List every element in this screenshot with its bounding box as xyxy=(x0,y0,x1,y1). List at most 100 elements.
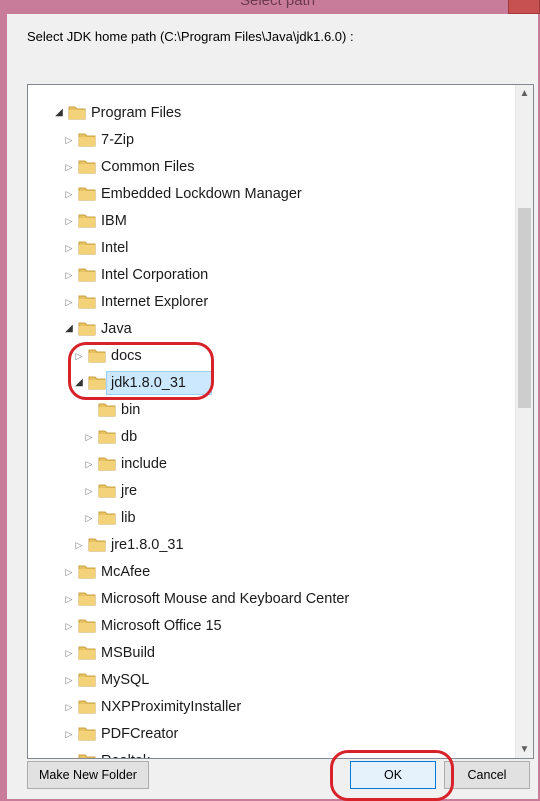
expand-arrow-icon[interactable]: ▷ xyxy=(63,646,75,660)
tree-item[interactable]: ▷ docs xyxy=(28,343,508,370)
expand-arrow-icon[interactable]: ▷ xyxy=(63,187,75,201)
tree-item-label: jdk1.8.0_31 xyxy=(111,375,186,391)
tree-item-label: Microsoft Office 15 xyxy=(101,618,222,634)
tree-item[interactable]: ▷ Intel xyxy=(28,235,508,262)
folder-icon xyxy=(78,589,96,607)
folder-icon xyxy=(78,562,96,580)
close-button[interactable] xyxy=(508,0,540,14)
tree-item[interactable]: ▷ 7-Zip xyxy=(28,127,508,154)
folder-icon xyxy=(78,238,96,256)
expand-arrow-icon[interactable]: ▷ xyxy=(63,565,75,579)
collapse-arrow-icon[interactable]: ◢ xyxy=(63,322,75,336)
tree-item[interactable]: ▷ lib xyxy=(28,505,508,532)
folder-icon xyxy=(78,184,96,202)
tree-item[interactable]: ▷ jre xyxy=(28,478,508,505)
tree-item[interactable]: ▷ Microsoft Office 15 xyxy=(28,613,508,640)
tree-item-label: NXPProximityInstaller xyxy=(101,699,242,715)
tree-item-label: MySQL xyxy=(101,672,150,688)
tree-item-label: include xyxy=(121,456,167,472)
folder-icon xyxy=(98,508,116,526)
expand-arrow-icon[interactable]: ▷ xyxy=(83,511,95,525)
tree-item[interactable]: ▷ MySQL xyxy=(28,667,508,694)
folder-icon xyxy=(88,373,106,391)
tree-item-label: MSBuild xyxy=(101,645,155,661)
tree-item-label: jre1.8.0_31 xyxy=(111,537,184,553)
expand-arrow-icon[interactable]: ▷ xyxy=(73,349,85,363)
expand-arrow-icon[interactable]: ▷ xyxy=(63,241,75,255)
tree-item[interactable]: ▷ McAfee xyxy=(28,559,508,586)
expand-arrow-icon[interactable]: ▷ xyxy=(63,673,75,687)
make-new-folder-button[interactable]: Make New Folder xyxy=(27,761,149,789)
tree-item[interactable]: ▷ Embedded Lockdown Manager xyxy=(28,181,508,208)
tree-item[interactable]: ▷ MSBuild xyxy=(28,640,508,667)
tree-item[interactable]: ▷ PDFCreator xyxy=(28,721,508,748)
scroll-down-icon[interactable]: ▼ xyxy=(516,741,533,758)
tree-item[interactable]: ▷ NXPProximityInstaller xyxy=(28,694,508,721)
window-title: Select path xyxy=(240,0,316,9)
tree-item[interactable]: ◢ Java xyxy=(28,316,508,343)
folder-icon xyxy=(78,319,96,337)
tree-item-label: docs xyxy=(111,348,142,364)
folder-icon xyxy=(78,130,96,148)
folder-icon xyxy=(98,481,116,499)
tree-item-label: Intel Corporation xyxy=(101,267,209,283)
tree-item[interactable]: ▷ jre1.8.0_31 xyxy=(28,532,508,559)
tree-item-label: 7-Zip xyxy=(101,132,135,148)
tree-item-label: lib xyxy=(121,510,136,526)
expand-arrow-icon[interactable]: ▷ xyxy=(63,754,75,758)
expand-arrow-icon[interactable]: ▷ xyxy=(83,457,95,471)
tree-item[interactable]: ▷ Realtek xyxy=(28,748,508,758)
tree-item[interactable]: ▷ IBM xyxy=(28,208,508,235)
expand-arrow-icon[interactable]: ▷ xyxy=(63,619,75,633)
tree-item[interactable]: ▷ Common Files xyxy=(28,154,508,181)
folder-icon xyxy=(78,292,96,310)
vertical-scrollbar[interactable]: ▲ ▼ xyxy=(515,85,533,758)
collapse-arrow-icon[interactable]: ◢ xyxy=(53,106,65,120)
folder-icon xyxy=(98,427,116,445)
expand-arrow-icon[interactable]: ▷ xyxy=(63,295,75,309)
tree-item-label: Intel xyxy=(101,240,129,256)
ok-button[interactable]: OK xyxy=(350,761,436,789)
expand-arrow-icon[interactable]: ▷ xyxy=(83,484,95,498)
expand-arrow-icon[interactable]: ▷ xyxy=(83,430,95,444)
tree-item-label: db xyxy=(121,429,138,445)
collapse-arrow-icon[interactable]: ◢ xyxy=(73,376,85,390)
expand-arrow-icon[interactable]: ▷ xyxy=(63,268,75,282)
tree-item-label: Common Files xyxy=(101,159,195,175)
tree-item-label: Realtek xyxy=(101,752,150,758)
tree-item-label: Internet Explorer xyxy=(101,294,209,310)
expand-arrow-icon[interactable]: ▷ xyxy=(63,214,75,228)
tree-item-label: Java xyxy=(101,321,132,337)
select-path-dialog: Select JDK home path (C:\Program Files\J… xyxy=(7,14,538,799)
expand-arrow-icon[interactable]: ▷ xyxy=(63,592,75,606)
tree-item[interactable]: ▷ db xyxy=(28,424,508,451)
cancel-button[interactable]: Cancel xyxy=(444,761,530,789)
folder-icon xyxy=(68,103,86,121)
tree-item-label: Embedded Lockdown Manager xyxy=(101,186,302,202)
tree-item-label: Microsoft Mouse and Keyboard Center xyxy=(101,591,350,607)
tree-item[interactable]: ▷ Internet Explorer xyxy=(28,289,508,316)
folder-icon xyxy=(98,454,116,472)
expand-arrow-icon[interactable]: ▷ xyxy=(63,700,75,714)
scroll-thumb[interactable] xyxy=(518,208,531,408)
tree-item[interactable]: ▷ Intel Corporation xyxy=(28,262,508,289)
expand-arrow-icon[interactable]: ▷ xyxy=(73,538,85,552)
folder-icon xyxy=(78,157,96,175)
expand-arrow-icon[interactable]: ▷ xyxy=(63,133,75,147)
tree-item[interactable]: ▷ Microsoft Mouse and Keyboard Center xyxy=(28,586,508,613)
folder-icon xyxy=(88,535,106,553)
tree-item[interactable]: ◢ jdk1.8.0_31 xyxy=(28,370,508,397)
tree-item-label: Program Files xyxy=(91,105,182,121)
tree-item[interactable]: ▷ include xyxy=(28,451,508,478)
tree-item[interactable]: ◢ Program Files xyxy=(28,100,508,127)
tree-item-label: PDFCreator xyxy=(101,726,179,742)
folder-icon xyxy=(78,265,96,283)
prompt-label: Select JDK home path (C:\Program Files\J… xyxy=(27,29,354,44)
tree-item[interactable]: bin xyxy=(28,397,508,424)
expand-arrow-icon[interactable]: ▷ xyxy=(63,160,75,174)
folder-icon xyxy=(78,643,96,661)
scroll-up-icon[interactable]: ▲ xyxy=(516,85,533,102)
expand-arrow-icon[interactable]: ▷ xyxy=(63,727,75,741)
folder-tree[interactable]: ▷ Realtek ▷ PDFCreator ▷ NXPProximityInstalle… xyxy=(27,84,534,759)
folder-icon xyxy=(78,670,96,688)
